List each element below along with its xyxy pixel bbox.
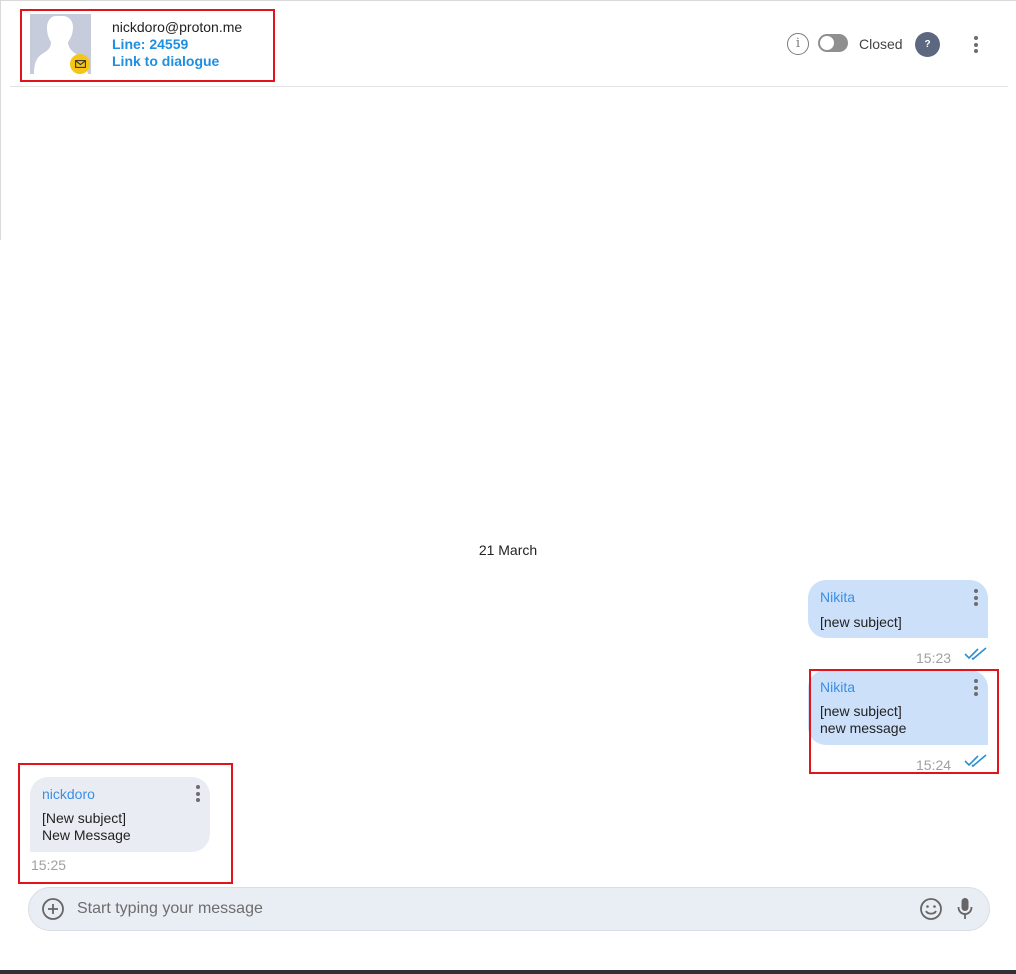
plus-circle-icon[interactable] — [41, 897, 65, 921]
message-sender: Nikita — [820, 589, 856, 605]
message-text: [New subject] New Message — [42, 810, 131, 843]
contact-info: nickdoro@proton.me Line: 24559 Link to d… — [112, 19, 242, 70]
emoji-icon[interactable] — [919, 897, 943, 921]
message-bubble-incoming[interactable]: nickdoro [New subject] New Message — [30, 777, 210, 852]
message-more-icon[interactable] — [974, 589, 978, 609]
help-icon[interactable]: ? — [915, 32, 940, 57]
message-more-icon[interactable] — [974, 679, 978, 699]
message-composer — [28, 887, 990, 931]
message-time: 15:24 — [916, 757, 952, 773]
toggle-knob — [820, 36, 834, 50]
more-vertical-icon[interactable] — [974, 36, 978, 56]
status-toggle[interactable] — [818, 34, 848, 52]
line-number: Line: 24559 — [112, 36, 189, 52]
message-sender: nickdoro — [42, 786, 95, 802]
message-more-icon[interactable] — [196, 785, 200, 805]
link-to-dialogue[interactable]: Link to dialogue — [112, 53, 242, 70]
double-check-icon — [964, 754, 987, 768]
message-text: [new subject] new message — [820, 703, 907, 736]
message-bubble-outgoing[interactable]: Nikita [new subject] — [808, 580, 988, 638]
message-sender: Nikita — [820, 679, 856, 695]
double-check-icon — [964, 647, 987, 661]
frame-bottom-bar — [0, 970, 1016, 974]
info-icon[interactable]: i — [787, 33, 809, 55]
message-time: 15:23 — [916, 650, 952, 666]
status-label: Closed — [859, 36, 903, 52]
message-time: 15:25 — [31, 857, 67, 873]
message-text: [new subject] — [820, 614, 902, 630]
contact-email: nickdoro@proton.me — [112, 19, 243, 35]
chat-header: nickdoro@proton.me Line: 24559 Link to d… — [10, 2, 1008, 87]
frame-top-border — [0, 0, 1016, 1]
message-bubble-outgoing[interactable]: Nikita [new subject] new message — [808, 670, 988, 745]
date-separator: 21 March — [478, 542, 538, 558]
mail-icon — [70, 54, 90, 74]
microphone-icon[interactable] — [957, 897, 973, 921]
message-input[interactable] — [77, 896, 897, 922]
frame-left-border — [0, 0, 1, 240]
